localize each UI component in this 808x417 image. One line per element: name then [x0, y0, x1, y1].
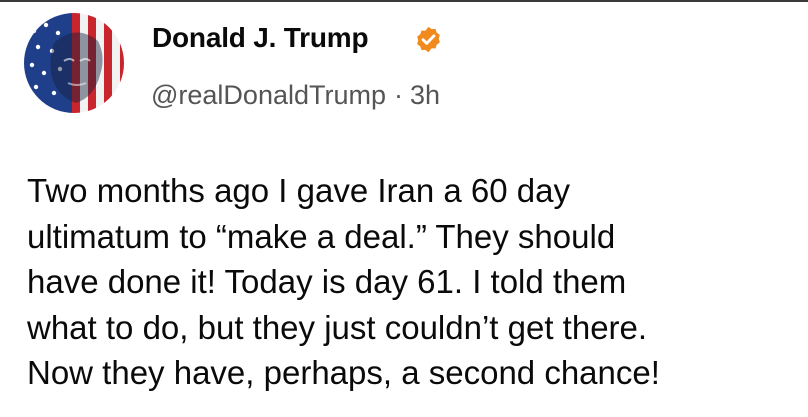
- post-body-line: what to do, but they just couldn’t get t…: [27, 308, 648, 346]
- post-body-line: Two months ago I gave Iran a 60 day: [27, 172, 571, 209]
- post-body-line: Now they have, perhaps, a second chance!: [27, 354, 660, 391]
- post-body-line: ultimatum to “make a deal.” They should: [27, 217, 616, 255]
- profile-avatar[interactable]: [24, 13, 124, 113]
- social-post: Donald J. Trump @realDonaldTrump · 3h Two …: [0, 0, 808, 417]
- verified-badge-icon: [414, 25, 443, 54]
- handle-row: @realDonaldTrump · 3h: [151, 77, 440, 113]
- post-body: Two months ago I gave Iran a 60 day ulti…: [27, 168, 802, 396]
- flag-portrait-icon: [24, 13, 124, 113]
- separator-dot: ·: [394, 80, 403, 110]
- post-body-line: have done it! Today is day 61. I told th…: [27, 263, 627, 300]
- display-name[interactable]: Donald J. Trump: [152, 20, 369, 56]
- post-timestamp[interactable]: 3h: [410, 77, 440, 113]
- user-handle[interactable]: @realDonaldTrump: [151, 77, 386, 113]
